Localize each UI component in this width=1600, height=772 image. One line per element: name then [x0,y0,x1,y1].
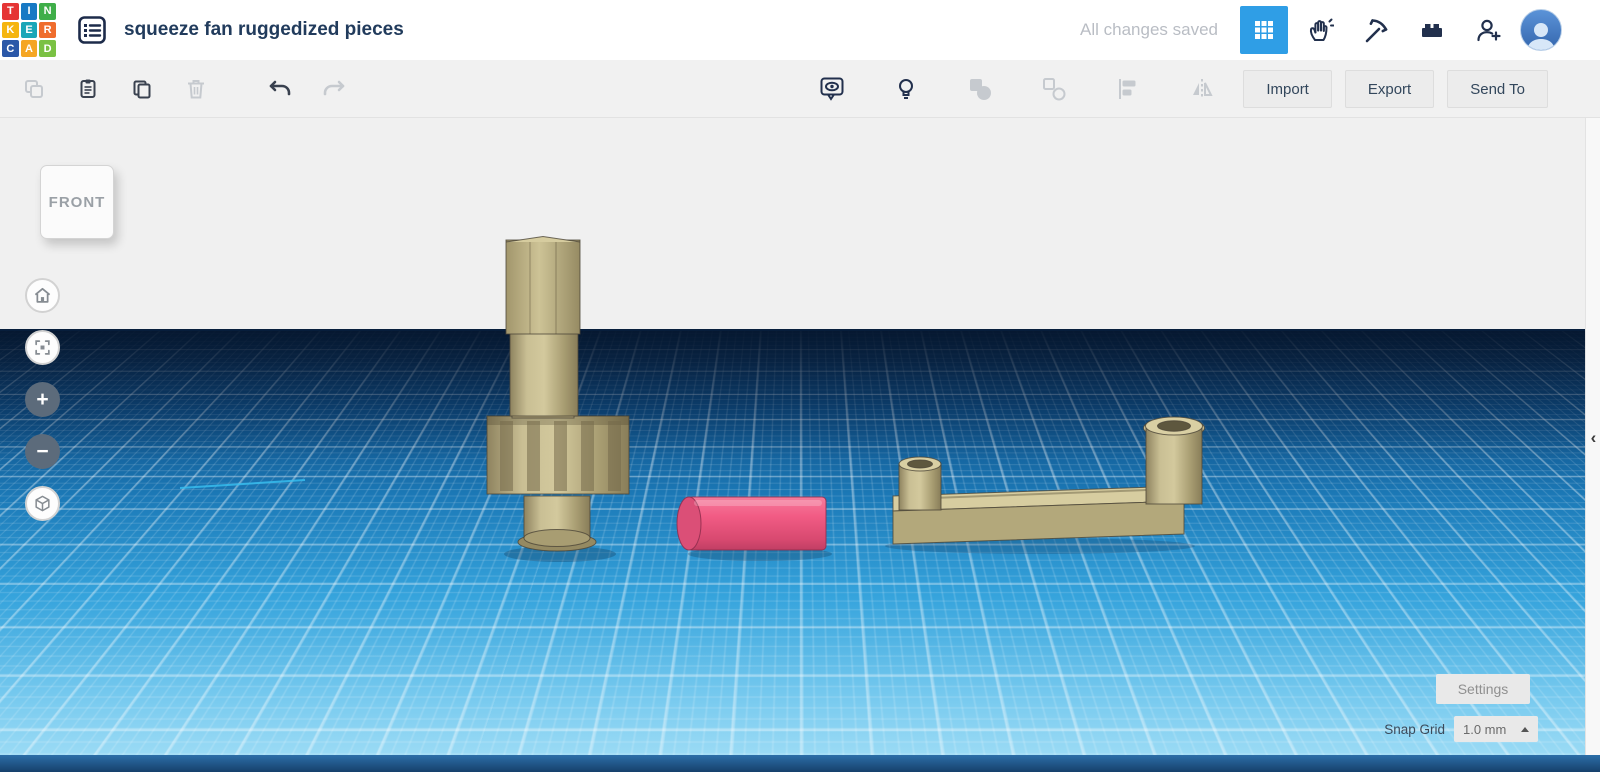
logo-letter: D [39,40,56,57]
duplicate-icon [133,80,151,98]
ungroup-icon [1043,78,1066,101]
trash-icon [188,79,204,98]
light-button[interactable] [886,69,926,109]
logo-letter: R [39,21,56,39]
toolbar-tools-group [812,60,1296,118]
plus-icon: + [36,388,49,411]
group-icon [970,79,991,100]
snap-grid-value: 1.0 mm [1463,721,1507,737]
toolbar-edit-group [0,69,354,109]
zoom-out-button[interactable]: − [25,434,60,469]
snap-grid-control: Snap Grid 1.0 mm [1384,716,1538,742]
snap-grid-label: Snap Grid [1384,721,1445,737]
save-status: All changes saved [1080,20,1218,39]
design-list-icon [78,16,106,44]
group-button[interactable] [960,69,1000,109]
view-cube[interactable]: FRONT [40,165,114,239]
mirror-button[interactable] [1182,69,1222,109]
undo-icon [269,80,291,95]
redo-icon [323,80,345,95]
tinker-hand-button[interactable] [1296,6,1344,54]
settings-button[interactable]: Settings [1436,674,1530,704]
align-icon [1119,79,1136,99]
user-avatar[interactable] [1520,9,1562,51]
fit-view-icon [35,340,50,355]
bottom-edge [0,755,1600,772]
dropdown-arrow-icon [1521,726,1529,732]
brick-button[interactable] [1408,6,1456,54]
design-list-button[interactable] [72,10,112,50]
pickaxe-button[interactable] [1352,6,1400,54]
logo-letter: I [20,3,38,20]
logo-letter: E [20,21,38,39]
horizon-line [0,329,1600,331]
align-button[interactable] [1108,69,1148,109]
minus-icon: − [36,440,49,463]
send-to-button[interactable]: Send To [1447,70,1548,108]
undo-button[interactable] [260,69,300,109]
ungroup-button[interactable] [1034,69,1074,109]
logo-letter: C [2,40,19,57]
pickaxe-icon [1365,19,1388,43]
delete-button[interactable] [176,69,216,109]
home-view-button[interactable] [25,278,60,313]
grid-icon [1255,21,1273,39]
paste-icon [80,79,96,98]
fit-view-button[interactable] [25,330,60,365]
dashboard-grid-button[interactable] [1240,6,1288,54]
design-title[interactable]: squeeze fan ruggedized pieces [124,19,404,41]
copy-icon [25,79,43,98]
horizon-fade [0,330,1600,460]
duplicate-button[interactable] [122,69,162,109]
header-right: All changes saved [1080,0,1562,60]
redo-button[interactable] [314,69,354,109]
logo-letter: K [2,21,19,39]
copy-button[interactable] [14,69,54,109]
import-button[interactable]: Import [1243,70,1332,108]
snap-grid-dropdown[interactable]: 1.0 mm [1454,716,1538,742]
panel-expand-button[interactable]: ‹ [1586,423,1600,453]
zoom-in-button[interactable]: + [25,382,60,417]
perspective-toggle-button[interactable] [25,486,60,521]
logo-letter: T [2,3,19,20]
brick-icon [1422,24,1442,37]
avatar-person-icon [1527,23,1555,50]
perspective-cube-icon [35,495,50,512]
show-hide-button[interactable] [812,69,852,109]
person-plus-icon [1477,19,1501,42]
hand-icon [1309,18,1334,41]
home-icon [34,287,51,303]
view-cube-label: FRONT [48,193,106,211]
paste-button[interactable] [68,69,108,109]
shapes-panel-collapsed: ‹ [1585,118,1600,772]
viewport-3d[interactable]: FRONT + − Settings Snap Grid 1.0 mm ‹ [0,118,1600,772]
toolbar-actions-group: Import Export Send To [1243,60,1548,118]
export-button[interactable]: Export [1344,70,1435,108]
toolbar: Import Export Send To [0,60,1600,118]
mirror-icon [1193,79,1213,99]
tinkercad-logo[interactable]: T I N K E R C A D [0,1,58,59]
nav-tools: + − [25,278,60,521]
eye-bubble-icon [820,77,844,101]
lightbulb-icon [899,79,913,99]
tinkercad-app: T I N K E R C A D squeeze fan ruggedized… [0,0,1600,772]
invite-user-button[interactable] [1464,6,1512,54]
logo-letter: A [20,40,38,57]
header: T I N K E R C A D squeeze fan ruggedized… [0,0,1600,60]
logo-letter: N [39,3,56,20]
